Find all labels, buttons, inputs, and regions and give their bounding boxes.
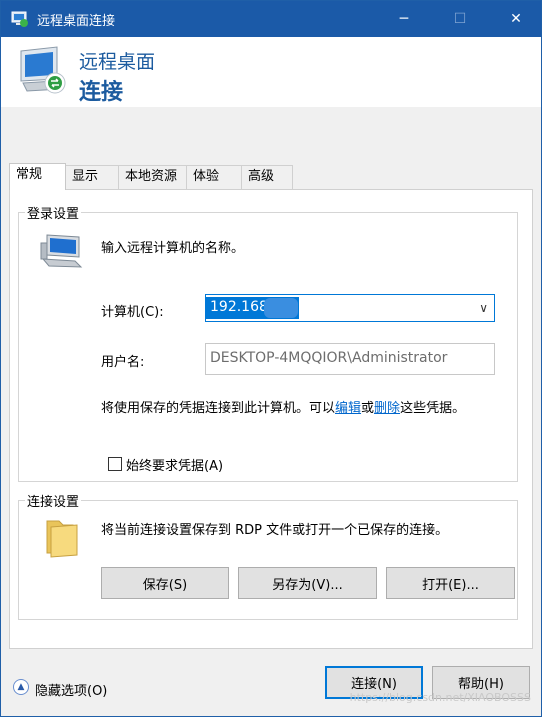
header-banner: 远程桌面 连接	[1, 37, 541, 107]
remote-desktop-icon	[11, 11, 28, 27]
header-title-line2: 连接	[79, 80, 124, 105]
save-button[interactable]: 保存(S)	[101, 567, 229, 599]
rdp-window: 远程桌面连接 ─ ☐ ✕ 远程桌面 连接 常规 显示 本地资源 体验 高级 登录…	[0, 0, 542, 717]
save-as-button[interactable]: 另存为(V)...	[238, 567, 377, 599]
maximize-button[interactable]: ☐	[437, 1, 483, 37]
computer-label: 计算机(C):	[101, 305, 164, 320]
connection-description: 将当前连接设置保存到 RDP 文件或打开一个已保存的连接。	[101, 523, 449, 538]
close-button[interactable]: ✕	[493, 1, 539, 37]
open-button[interactable]: 打开(E)...	[386, 567, 515, 599]
hide-options-label[interactable]: 隐藏选项(O)	[35, 680, 107, 699]
always-ask-checkbox[interactable]	[108, 457, 122, 471]
header-title-line1: 远程桌面	[79, 51, 156, 73]
folder-icon	[46, 520, 78, 558]
title-bar[interactable]: 远程桌面连接 ─ ☐ ✕	[1, 1, 541, 37]
credentials-info-prefix: 将使用保存的凭据连接到此计算机。可以	[101, 401, 336, 416]
connection-settings-label: 连接设置	[25, 491, 82, 510]
collapse-options-icon[interactable]: ▲	[13, 679, 29, 695]
tab-experience[interactable]: 体验	[186, 165, 242, 189]
computer-icon	[40, 234, 83, 268]
always-ask-label[interactable]: 始终要求凭据(A)	[126, 455, 223, 474]
tab-local-resources[interactable]: 本地资源	[118, 165, 187, 189]
edit-credentials-link[interactable]: 编辑	[335, 401, 361, 416]
logon-settings-label: 登录设置	[25, 203, 82, 222]
general-tab-panel: 登录设置 输入远程计算机的名称。 计算机(C): 192.168. ∨ 用户名:…	[9, 189, 533, 649]
redacted-address-blur	[264, 298, 298, 318]
connection-settings-group: 连接设置 将当前连接设置保存到 RDP 文件或打开一个已保存的连接。 保存(S)…	[18, 491, 518, 620]
chevron-down-icon[interactable]: ∨	[479, 301, 488, 315]
remote-desktop-logo-icon	[20, 46, 66, 94]
tab-display[interactable]: 显示	[65, 165, 119, 189]
delete-credentials-link[interactable]: 删除	[374, 401, 400, 416]
saved-credentials-info: 将使用保存的凭据连接到此计算机。可以编辑或删除这些凭据。	[101, 397, 465, 416]
window-title: 远程桌面连接	[37, 14, 116, 29]
logon-prompt: 输入远程计算机的名称。	[101, 241, 245, 256]
logon-settings-group: 登录设置 输入远程计算机的名称。 计算机(C): 192.168. ∨ 用户名:…	[18, 203, 518, 482]
computer-combobox[interactable]: 192.168. ∨	[205, 294, 495, 322]
username-field: DESKTOP-4MQQIOR\Administrator	[205, 343, 495, 375]
computer-value: 192.168.	[210, 299, 273, 315]
watermark-text: https://blog.csdn.net/XIAOBOSSS	[349, 691, 531, 704]
tab-advanced[interactable]: 高级	[241, 165, 293, 189]
username-label: 用户名:	[101, 355, 145, 370]
minimize-button[interactable]: ─	[381, 1, 427, 37]
credentials-info-suffix: 这些凭据。	[400, 401, 466, 416]
tab-general[interactable]: 常规	[9, 163, 66, 190]
credentials-info-or: 或	[361, 401, 375, 416]
